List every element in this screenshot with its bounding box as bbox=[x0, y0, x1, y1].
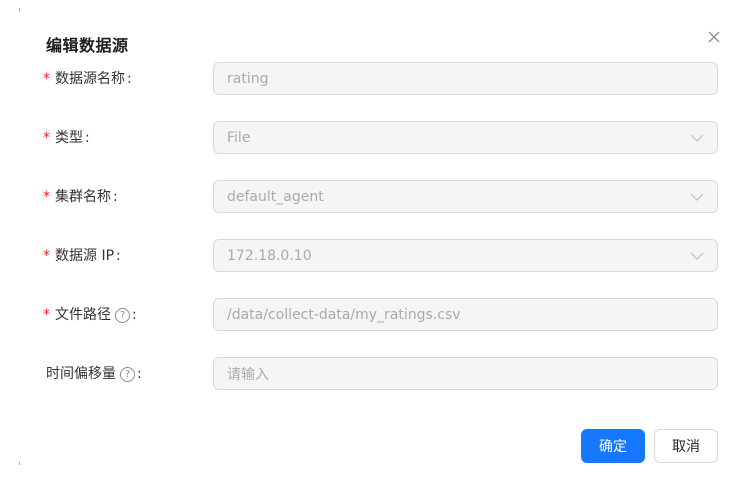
label-text: 时间偏移量 bbox=[46, 366, 116, 382]
time-offset-input[interactable]: 请输入 bbox=[213, 357, 718, 390]
label-colon: : bbox=[116, 248, 121, 264]
chevron-down-icon bbox=[690, 193, 704, 201]
label-colon: : bbox=[132, 307, 137, 323]
cluster-name-label: * 集群名称 : bbox=[43, 180, 118, 214]
datasource-ip-label: * 数据源 IP : bbox=[43, 239, 121, 273]
label-colon: : bbox=[137, 366, 142, 382]
label-text: 数据源名称 bbox=[55, 71, 125, 87]
confirm-button[interactable]: 确定 bbox=[581, 429, 645, 463]
close-icon[interactable] bbox=[704, 27, 724, 47]
required-mark: * bbox=[43, 248, 50, 264]
file-path-input[interactable]: /data/collect-data/my_ratings.csv bbox=[213, 298, 718, 331]
form-row-type: * 类型 : File bbox=[0, 121, 738, 155]
form-row-datasource-name: * 数据源名称 : rating bbox=[0, 62, 738, 96]
dialog-title: 编辑数据源 bbox=[46, 36, 129, 55]
label-text: 文件路径 bbox=[55, 307, 111, 323]
question-circle-icon[interactable]: ? bbox=[120, 366, 135, 382]
cancel-button[interactable]: 取消 bbox=[654, 429, 718, 463]
input-value: /data/collect-data/my_ratings.csv bbox=[227, 306, 461, 323]
time-offset-label: 时间偏移量 ? : bbox=[46, 357, 142, 391]
select-value: File bbox=[227, 129, 251, 146]
label-colon: : bbox=[127, 71, 132, 87]
label-text: 集群名称 bbox=[55, 189, 111, 205]
edit-datasource-dialog: 编辑数据源 * 数据源名称 : rating * 类型 : File * 集群名… bbox=[0, 0, 738, 479]
label-text: 类型 bbox=[55, 130, 83, 146]
datasource-name-input[interactable]: rating bbox=[213, 62, 718, 95]
file-path-label: * 文件路径 ? : bbox=[43, 298, 137, 332]
type-select[interactable]: File bbox=[213, 121, 718, 154]
cluster-name-select[interactable]: default_agent bbox=[213, 180, 718, 213]
select-value: 172.18.0.10 bbox=[227, 247, 312, 264]
form-row-datasource-ip: * 数据源 IP : 172.18.0.10 bbox=[0, 239, 738, 273]
chevron-down-icon bbox=[690, 252, 704, 260]
question-circle-icon[interactable]: ? bbox=[115, 307, 130, 323]
chevron-down-icon bbox=[690, 134, 704, 142]
select-value: default_agent bbox=[227, 188, 324, 205]
required-mark: * bbox=[43, 189, 50, 205]
required-mark: * bbox=[43, 130, 50, 146]
input-value: rating bbox=[227, 70, 269, 87]
label-text: 数据源 IP bbox=[55, 248, 115, 264]
datasource-name-label: * 数据源名称 : bbox=[43, 62, 132, 96]
type-label: * 类型 : bbox=[43, 121, 90, 155]
required-mark: * bbox=[43, 71, 50, 87]
form-row-cluster-name: * 集群名称 : default_agent bbox=[0, 180, 738, 214]
input-placeholder: 请输入 bbox=[227, 366, 269, 383]
datasource-ip-select[interactable]: 172.18.0.10 bbox=[213, 239, 718, 272]
form-row-file-path: * 文件路径 ? : /data/collect-data/my_ratings… bbox=[0, 298, 738, 332]
required-mark: * bbox=[43, 307, 50, 323]
label-colon: : bbox=[85, 130, 90, 146]
label-colon: : bbox=[113, 189, 118, 205]
form-row-time-offset: 时间偏移量 ? : 请输入 bbox=[0, 357, 738, 391]
